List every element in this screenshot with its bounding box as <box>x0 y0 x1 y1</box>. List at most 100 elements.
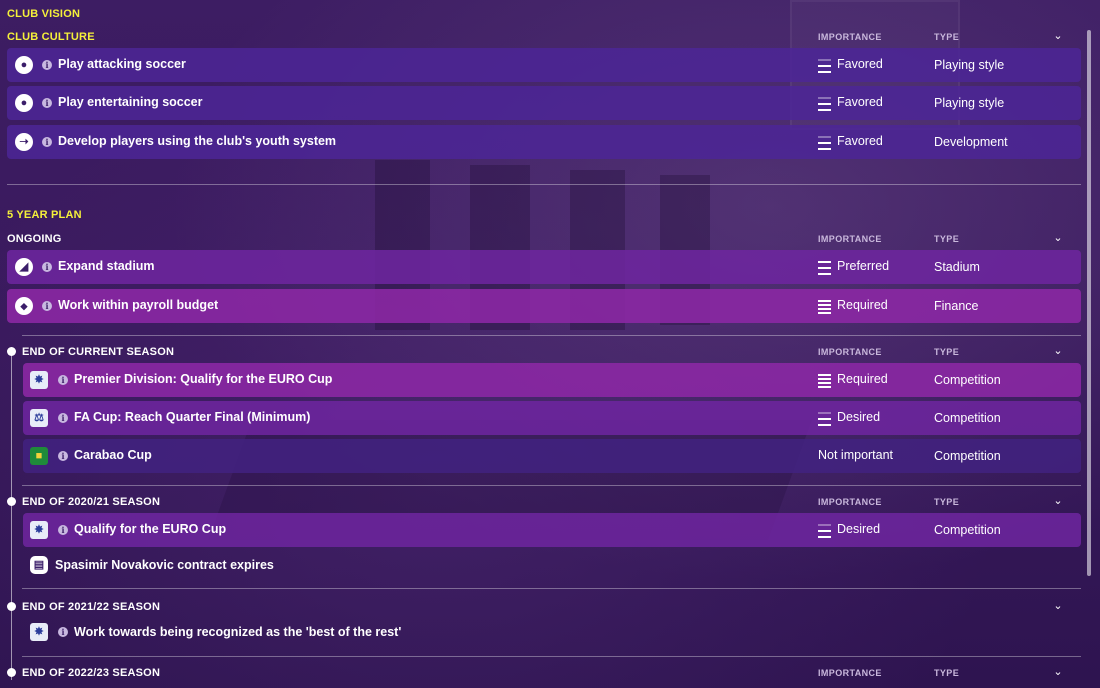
type-value: Playing style <box>934 58 1005 72</box>
importance-value: Required <box>837 372 888 386</box>
objective-row[interactable]: ■ i Carabao Cup Not important Competitio… <box>23 439 1081 473</box>
objective-row[interactable]: ◢ i Expand stadium Preferred Stadium <box>7 250 1081 284</box>
type-value: Stadium <box>934 260 980 274</box>
contract-icon: ▤ <box>30 556 48 574</box>
club-culture-title: CLUB CULTURE <box>7 31 95 43</box>
timeline-dot <box>7 497 16 506</box>
importance-bars-icon <box>818 374 831 388</box>
importance-bars-icon <box>818 59 831 73</box>
objective-label: Play attacking soccer <box>58 57 186 71</box>
type-value: Playing style <box>934 96 1005 110</box>
objective-row[interactable]: ⚖ i FA Cup: Reach Quarter Final (Minimum… <box>23 401 1081 435</box>
type-value: Competition <box>934 411 1001 425</box>
five-year-plan-title: 5 YEAR PLAN <box>7 209 82 221</box>
premier-division-icon: ✸ <box>30 623 48 641</box>
end-2022-23-season-title: END OF 2022/23 SEASON <box>22 667 161 679</box>
group-divider <box>22 335 1081 336</box>
type-column-header[interactable]: TYPE <box>934 497 959 507</box>
importance-column-header[interactable]: IMPORTANCE <box>818 497 882 507</box>
importance-bars-icon <box>818 136 831 150</box>
importance-column-header[interactable]: IMPORTANCE <box>818 347 882 357</box>
chevron-down-icon[interactable]: ⌄ <box>1051 344 1065 357</box>
soccer-ball-icon: ● <box>15 94 33 112</box>
soccer-ball-icon: ● <box>15 56 33 74</box>
carabao-cup-icon: ■ <box>30 447 48 465</box>
objective-label: Qualify for the EURO Cup <box>74 522 227 536</box>
info-icon[interactable]: i <box>58 627 68 637</box>
chevron-down-icon[interactable]: ⌄ <box>1051 494 1065 507</box>
scrollbar[interactable] <box>1087 30 1091 576</box>
objective-label: FA Cup: Reach Quarter Final (Minimum) <box>74 410 311 424</box>
info-icon[interactable]: i <box>58 451 68 461</box>
info-icon[interactable]: i <box>42 301 52 311</box>
importance-value: Required <box>837 298 888 312</box>
type-value: Competition <box>934 449 1001 463</box>
objective-note[interactable]: ✸ i Work towards being recognized as the… <box>23 619 523 645</box>
chevron-down-icon[interactable]: ⌄ <box>1051 29 1065 42</box>
section-divider <box>7 184 1081 185</box>
importance-bars-icon <box>818 412 831 426</box>
type-value: Competition <box>934 523 1001 537</box>
note-label: Spasimir Novakovic contract expires <box>55 558 274 572</box>
importance-value: Favored <box>837 57 883 71</box>
chevron-down-icon[interactable]: ⌄ <box>1051 231 1065 244</box>
objective-label: Expand stadium <box>58 259 155 273</box>
group-divider <box>22 588 1081 589</box>
importance-bars-icon <box>818 97 831 111</box>
importance-column-header[interactable]: IMPORTANCE <box>818 32 882 42</box>
club-vision-title: CLUB VISION <box>7 8 81 20</box>
premier-division-icon: ✸ <box>30 371 48 389</box>
objective-row[interactable]: ✸ i Qualify for the EURO Cup Desired Com… <box>23 513 1081 547</box>
end-2021-22-season-title: END OF 2021/22 SEASON <box>22 601 161 613</box>
group-divider <box>22 485 1081 486</box>
info-icon[interactable]: i <box>58 413 68 423</box>
objective-label: Premier Division: Qualify for the EURO C… <box>74 372 333 386</box>
objective-row[interactable]: ◆ i Work within payroll budget Required … <box>7 289 1081 323</box>
end-current-season-title: END OF CURRENT SEASON <box>22 346 175 358</box>
finance-icon: ◆ <box>15 297 33 315</box>
contract-note[interactable]: ▤ Spasimir Novakovic contract expires <box>23 553 423 577</box>
group-divider <box>22 656 1081 657</box>
objective-label: Play entertaining soccer <box>58 95 203 109</box>
importance-value: Favored <box>837 95 883 109</box>
chevron-down-icon[interactable]: ⌄ <box>1051 599 1065 612</box>
importance-column-header[interactable]: IMPORTANCE <box>818 234 882 244</box>
type-value: Development <box>934 135 1008 149</box>
importance-value: Desired <box>837 522 881 536</box>
importance-column-header[interactable]: IMPORTANCE <box>818 668 882 678</box>
importance-value: Not important <box>818 448 894 462</box>
info-icon[interactable]: i <box>42 262 52 272</box>
info-icon[interactable]: i <box>58 375 68 385</box>
objective-row[interactable]: ➝ i Develop players using the club's you… <box>7 125 1081 159</box>
info-icon[interactable]: i <box>42 137 52 147</box>
timeline-line <box>11 350 12 680</box>
info-icon[interactable]: i <box>42 98 52 108</box>
chevron-down-icon[interactable]: ⌄ <box>1051 665 1065 678</box>
objective-row[interactable]: ● i Play attacking soccer Favored Playin… <box>7 48 1081 82</box>
fa-cup-icon: ⚖ <box>30 409 48 427</box>
objective-row[interactable]: ● i Play entertaining soccer Favored Pla… <box>7 86 1081 120</box>
type-column-header[interactable]: TYPE <box>934 234 959 244</box>
type-column-header[interactable]: TYPE <box>934 668 959 678</box>
objective-row[interactable]: ✸ i Premier Division: Qualify for the EU… <box>23 363 1081 397</box>
importance-bars-icon <box>818 261 831 275</box>
end-2020-21-season-title: END OF 2020/21 SEASON <box>22 496 161 508</box>
importance-bars-icon <box>818 300 831 314</box>
info-icon[interactable]: i <box>42 60 52 70</box>
note-label: Work towards being recognized as the 'be… <box>74 625 402 639</box>
stadium-icon: ◢ <box>15 258 33 276</box>
objective-label: Carabao Cup <box>74 448 152 462</box>
type-value: Finance <box>934 299 979 313</box>
timeline-dot <box>7 668 16 677</box>
youth-development-icon: ➝ <box>15 133 33 151</box>
ongoing-title: ONGOING <box>7 233 62 245</box>
type-column-header[interactable]: TYPE <box>934 32 959 42</box>
premier-division-icon: ✸ <box>30 521 48 539</box>
type-column-header[interactable]: TYPE <box>934 347 959 357</box>
objective-label: Develop players using the club's youth s… <box>58 134 337 148</box>
importance-value: Desired <box>837 410 881 424</box>
info-icon[interactable]: i <box>58 525 68 535</box>
importance-bars-icon <box>818 524 831 538</box>
timeline-dot <box>7 347 16 356</box>
objective-label: Work within payroll budget <box>58 298 219 312</box>
